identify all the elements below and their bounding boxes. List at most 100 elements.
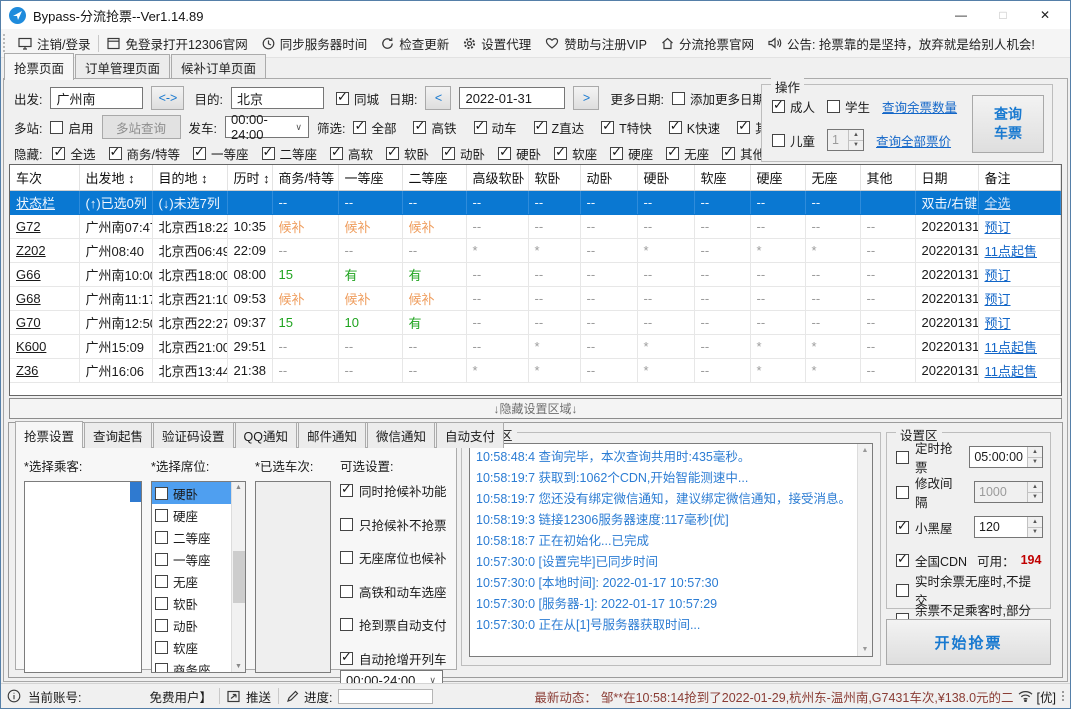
- train-row[interactable]: Z202 广州08:40 北京西06:49 22:09 -- -- -- * * -- * -- * * -…: [10, 238, 1061, 263]
- scroll-up-icon[interactable]: ▲: [235, 484, 242, 491]
- date-input[interactable]: 2022-01-31: [459, 87, 566, 109]
- seat-7-checkbox[interactable]: [155, 640, 168, 654]
- train-number-link[interactable]: 状态栏: [10, 190, 80, 215]
- column-header-9[interactable]: 动卧: [580, 165, 638, 191]
- seat-5[interactable]: 软卧: [152, 592, 231, 614]
- seat-listbox[interactable]: 硬卧硬座二等座一等座无座软卧动卧软座商务座特等座 ▲ ▼: [151, 481, 246, 673]
- tab-query-onsale[interactable]: 查询起售: [84, 422, 153, 448]
- column-header-1[interactable]: 出发地 ↕: [79, 165, 153, 191]
- grab-option-4-checkbox[interactable]: [340, 618, 353, 631]
- next-date-button[interactable]: >: [573, 86, 600, 110]
- grab-option-5[interactable]: 自动抢增开列车: [340, 649, 447, 668]
- filter-5[interactable]: K快速: [668, 118, 720, 137]
- seat-0[interactable]: 硬卧: [152, 482, 231, 504]
- seat-3[interactable]: 一等座: [152, 548, 231, 570]
- student-checkbox[interactable]: [827, 100, 841, 113]
- hide-option-8-checkbox[interactable]: [554, 145, 568, 160]
- filter-4[interactable]: T特快: [601, 118, 652, 137]
- remark-link[interactable]: 预订: [978, 286, 1061, 311]
- seat-8[interactable]: 商务座: [152, 658, 231, 672]
- blackroom-spinner[interactable]: ▲ ▼: [1027, 517, 1042, 537]
- spin-up-icon[interactable]: ▲: [1028, 517, 1042, 527]
- grab-option-3-checkbox[interactable]: [340, 584, 353, 598]
- hide-option-9[interactable]: 硬座: [610, 144, 653, 163]
- depart-time-select[interactable]: 00:00-24:00 ∨: [224, 112, 309, 142]
- hide-option-3[interactable]: 二等座: [261, 144, 317, 163]
- seat-4-checkbox[interactable]: [155, 574, 168, 588]
- train-row[interactable]: Z36 广州16:06 北京西13:44 21:38 -- -- -- * * -- * -- * * --…: [10, 358, 1061, 383]
- column-header-8[interactable]: 软卧: [528, 165, 581, 191]
- column-header-5[interactable]: 一等座: [338, 165, 403, 191]
- timed-grab-time-value[interactable]: 05:00:00: [970, 447, 1027, 467]
- hide-option-6-checkbox[interactable]: [442, 145, 456, 160]
- column-header-16[interactable]: 备注: [978, 165, 1061, 191]
- column-header-3[interactable]: 历时 ↕: [227, 165, 273, 191]
- hide-settings-bar[interactable]: ↓隐藏设置区域↓: [9, 398, 1062, 419]
- maximize-button[interactable]: □: [982, 1, 1024, 29]
- column-header-2[interactable]: 目的地 ↕: [152, 165, 228, 191]
- seat-1-checkbox[interactable]: [155, 508, 168, 522]
- remark-link[interactable]: 11点起售: [978, 358, 1061, 383]
- filter-6-checkbox[interactable]: [737, 119, 751, 134]
- scroll-up-icon[interactable]: ▲: [862, 447, 869, 454]
- tab-auto-pay[interactable]: 自动支付: [436, 422, 505, 448]
- adult-checkbox[interactable]: [772, 98, 785, 113]
- hide-option-4[interactable]: 高软: [330, 144, 373, 163]
- hide-option-10-checkbox[interactable]: [666, 145, 680, 160]
- hide-option-3-checkbox[interactable]: [261, 145, 275, 160]
- status-row[interactable]: 状态栏 (↑)已选0列 (↓)未选7列 -- -- -- -- -- -- -- -- -- -- 双击/…: [10, 190, 1061, 215]
- tab-grab-settings[interactable]: 抢票设置: [15, 421, 84, 448]
- toolbar-grip[interactable]: [3, 34, 9, 52]
- tab-order-management[interactable]: 订单管理页面: [75, 54, 171, 80]
- minimize-button[interactable]: —: [940, 1, 982, 29]
- spin-down-icon[interactable]: ▼: [1028, 456, 1042, 468]
- timed-grab-time-input[interactable]: 05:00:00 ▲ ▼: [969, 446, 1043, 468]
- train-row[interactable]: G70 广州南12:50 北京西22:27 09:37 15 10 有 -- -- -- -- -- -…: [10, 310, 1061, 335]
- tab-captcha-settings[interactable]: 验证码设置: [153, 422, 234, 448]
- column-header-0[interactable]: 车次: [10, 165, 80, 191]
- seat-6[interactable]: 动卧: [152, 614, 231, 636]
- column-header-12[interactable]: 硬座: [750, 165, 806, 191]
- tab-qq-notify[interactable]: QQ通知: [234, 422, 297, 448]
- push-button[interactable]: 推送: [227, 687, 271, 706]
- grab-option-5-checkbox[interactable]: [340, 650, 353, 665]
- to-input[interactable]: 北京: [230, 87, 324, 109]
- logout-login-button[interactable]: 注销/登录: [11, 31, 97, 56]
- child-count-value[interactable]: 1: [828, 130, 848, 150]
- same-city-checkbox[interactable]: [335, 90, 349, 105]
- interval-value[interactable]: 1000: [975, 482, 1027, 502]
- train-number-link[interactable]: Z36: [10, 358, 80, 383]
- column-header-10[interactable]: 硬卧: [637, 165, 695, 191]
- grab-option-1[interactable]: 只抢候补不抢票: [340, 515, 447, 534]
- hide-option-0[interactable]: 全选: [52, 144, 96, 163]
- query-remaining-link[interactable]: 查询余票数量: [882, 97, 957, 116]
- official-site-button[interactable]: 分流抢票官网: [654, 31, 761, 56]
- column-header-13[interactable]: 无座: [805, 165, 861, 191]
- child-count-spinner[interactable]: ▲ ▼: [848, 130, 864, 150]
- prev-date-button[interactable]: <: [425, 86, 452, 110]
- hide-option-11-checkbox[interactable]: [722, 145, 736, 160]
- resize-grip[interactable]: [1062, 691, 1064, 701]
- close-button[interactable]: ✕: [1024, 1, 1066, 29]
- seat-2-checkbox[interactable]: [155, 530, 168, 544]
- hide-option-1[interactable]: 商务/特等: [108, 144, 180, 163]
- tab-wechat-notify[interactable]: 微信通知: [367, 422, 436, 448]
- column-header-14[interactable]: 其他: [860, 165, 916, 191]
- column-header-4[interactable]: 商务/特等: [272, 165, 339, 191]
- hide-option-1-checkbox[interactable]: [108, 145, 122, 160]
- from-input[interactable]: 广州南: [50, 87, 144, 109]
- hide-option-2[interactable]: 一等座: [192, 144, 249, 163]
- timed-grab-spinner[interactable]: ▲ ▼: [1027, 447, 1042, 467]
- sponsor-vip-button[interactable]: 赞助与注册VIP: [538, 31, 654, 56]
- filter-1[interactable]: 高铁: [413, 118, 457, 137]
- scroll-down-icon[interactable]: ▼: [235, 663, 242, 670]
- timed-grab-checkbox[interactable]: [896, 450, 909, 464]
- seat-7[interactable]: 软座: [152, 636, 231, 658]
- train-number-link[interactable]: G72: [10, 214, 80, 239]
- hide-option-7-checkbox[interactable]: [498, 145, 512, 160]
- same-city-option[interactable]: 同城: [335, 89, 379, 108]
- grab-option-1-checkbox[interactable]: [340, 517, 353, 531]
- hide-option-4-checkbox[interactable]: [330, 145, 344, 160]
- filter-2[interactable]: 动车: [473, 118, 517, 137]
- column-header-11[interactable]: 软座: [694, 165, 751, 191]
